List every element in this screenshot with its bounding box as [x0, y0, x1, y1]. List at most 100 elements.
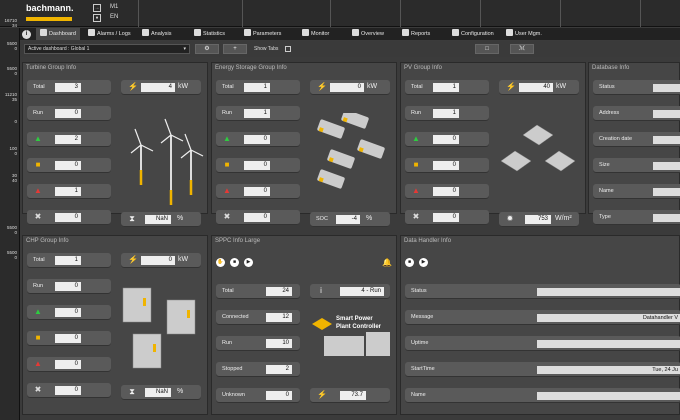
row-total: Total 1 — [405, 80, 489, 95]
tab-statistics[interactable]: Statistics — [194, 28, 225, 40]
user-icon — [506, 29, 513, 36]
dh-name-field: Name — [405, 388, 680, 403]
sppc-connected-field: Connected 12 — [216, 310, 300, 325]
red-status-icon: ▲ — [223, 186, 231, 195]
row-run-label: Run — [33, 283, 44, 289]
db-address-field: Address — [593, 106, 680, 121]
panel-title: CHP Group Info — [26, 238, 69, 244]
row-total: Total 3 — [27, 80, 111, 95]
tab-analysis[interactable]: Analysis — [142, 28, 171, 40]
show-tabs-checkbox[interactable] — [285, 46, 291, 52]
sppc-run-field-value: 10 — [266, 339, 292, 348]
info-icon: i — [320, 286, 322, 295]
sppc-unknown-field: Unknown 0 — [216, 388, 300, 403]
row-g2: ■ 0 — [27, 331, 111, 346]
play-icon[interactable]: ▶ — [244, 258, 253, 267]
save-icon[interactable]: □ — [475, 44, 499, 54]
database-info-panel: Database Info Status Address Creation date S… — [588, 62, 680, 225]
db-created-label: Creation date — [599, 136, 633, 142]
tab-overview[interactable]: Overview — [352, 28, 384, 40]
percent-field-value: NaN — [145, 215, 171, 224]
yellow-status-icon: ■ — [35, 160, 41, 169]
fault-icon: ✖ — [223, 212, 231, 221]
fault-icon: ✖ — [412, 212, 420, 221]
row-g4-value: 0 — [55, 213, 81, 222]
row-g4-value: 0 — [433, 213, 459, 222]
power-field-value: 40 — [519, 83, 553, 92]
language-icon[interactable]: ● — [93, 14, 101, 22]
bell-icon[interactable]: 🔔 — [382, 258, 392, 267]
row-run-label: Run — [222, 110, 233, 116]
tab-alarms-logs[interactable]: Alarms / Logs — [88, 28, 131, 40]
rail-value: 0 — [14, 119, 17, 124]
unit-m1-label[interactable]: M1 — [110, 4, 118, 10]
add-dashboard-button[interactable]: + — [223, 44, 247, 54]
wrench-icon[interactable]: ℳ — [510, 44, 534, 54]
sppc-logo-line2: Plant Controller — [336, 324, 382, 330]
db-created-field: Creation date — [593, 132, 680, 147]
app-window: bachmann. → M1 ● EN i Dashboard Alarms /… — [0, 0, 680, 420]
soc-field: SOC -4% — [310, 212, 390, 227]
rail-value: 11210 35 — [4, 92, 17, 102]
tab-user-management[interactable]: User Mgm. — [506, 28, 542, 40]
sppc-run-field: Run 10 — [216, 336, 300, 351]
dh-uptime-value — [537, 340, 680, 348]
dashboard-settings-button[interactable]: ⚙ — [195, 44, 219, 54]
dh-status-field: Status — [405, 284, 680, 299]
tab-configuration[interactable]: Configuration — [452, 28, 494, 40]
row-g4: ✖ 0 — [405, 210, 489, 225]
db-size-value — [653, 162, 680, 170]
row-g2: ■ 0 — [405, 158, 489, 173]
dh-message-value: Datahandler V — [537, 314, 680, 322]
dh-uptime-field: Uptime — [405, 336, 680, 351]
dh-status-label: Status — [411, 288, 427, 294]
row-run: Run 0 — [27, 279, 111, 294]
dashboard-icon — [40, 29, 47, 36]
row-g1-value: 0 — [55, 308, 81, 317]
dh-starttime-label: StartTime — [411, 366, 435, 372]
row-g1-value: 0 — [433, 135, 459, 144]
panel-title: SPPC Info Large — [215, 238, 261, 244]
tab-dashboard[interactable]: Dashboard — [36, 28, 80, 40]
tab-parameters[interactable]: Parameters — [244, 28, 281, 40]
tab-reports[interactable]: Reports — [402, 28, 430, 40]
sppc-stopped-field-value: 2 — [266, 365, 292, 374]
row-total-value: 3 — [55, 83, 81, 92]
pie-chart-icon — [142, 29, 149, 36]
unit-m1-icon[interactable]: → — [93, 4, 101, 12]
row-g1: ▲ 0 — [405, 132, 489, 147]
row-total-value: 1 — [433, 83, 459, 92]
red-status-icon: ▲ — [412, 186, 420, 195]
fault-icon: ✖ — [34, 385, 42, 394]
db-type-value — [653, 214, 680, 222]
green-status-icon: ▲ — [34, 134, 42, 143]
sppc-unknown-field-value: 0 — [266, 391, 292, 400]
dh-name-label: Name — [411, 392, 426, 398]
fault-icon: ✖ — [34, 212, 42, 221]
percent-field: ⧗ NaN% — [121, 212, 201, 227]
unit-label: W/m² — [555, 215, 572, 222]
data-handler-panel: Data Handler Info ■ ▶ Status Message Datahand… — [400, 235, 680, 415]
db-address-label: Address — [599, 110, 620, 116]
yellow-status-icon: ■ — [35, 333, 41, 342]
panel-title: Database Info — [592, 65, 630, 71]
pv-group-panel: PV Group Info Total 1 Run 1 ▲ 0 ■ 0 ▲ 0 ✖ 0 ⚡ 40 kW ✹ 753… — [400, 62, 586, 227]
language-label[interactable]: EN — [110, 14, 118, 20]
info-icon[interactable]: i — [22, 29, 31, 39]
db-name-value — [653, 188, 680, 196]
stop-icon[interactable]: ■ — [230, 258, 239, 267]
row-g3-value: 0 — [55, 360, 81, 369]
row-g3-value: 0 — [433, 187, 459, 196]
hand-icon[interactable]: ✋ — [216, 258, 225, 267]
sun-icon: ✹ — [506, 214, 514, 223]
rail-value: 100 0 — [9, 146, 17, 156]
stop-icon[interactable]: ■ — [405, 258, 414, 267]
solar-panels-illustration — [500, 124, 576, 172]
wind-turbines-illustration — [130, 118, 204, 205]
play-icon[interactable]: ▶ — [419, 258, 428, 267]
tab-monitor[interactable]: Monitor — [302, 28, 329, 40]
row-g3: ▲ 0 — [405, 184, 489, 199]
dashboard-select[interactable]: Active dashboard : Global 1 — [24, 44, 190, 54]
rail-value: 5500 0 — [6, 225, 17, 235]
dh-status-value — [537, 288, 680, 296]
